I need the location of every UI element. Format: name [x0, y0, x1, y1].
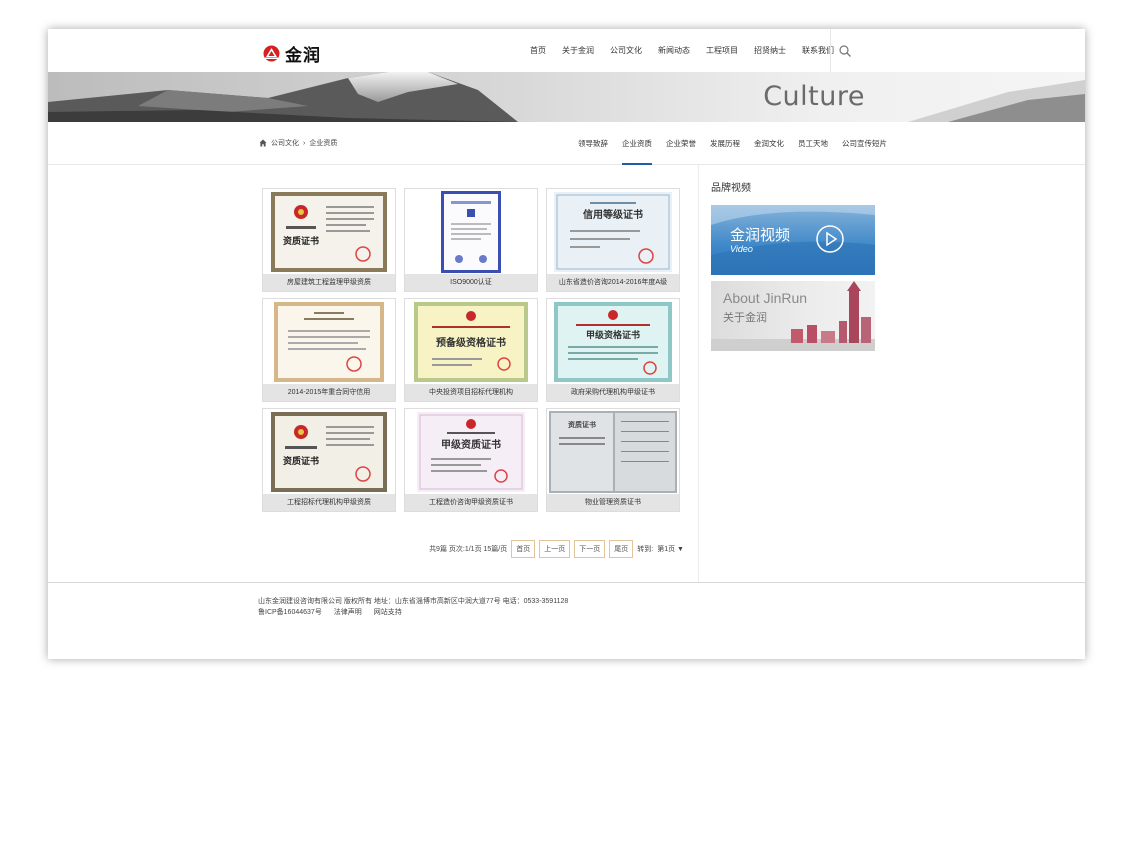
- pagination-summary: 共9篇 页次:1/1页 15篇/页: [429, 546, 508, 553]
- certificate-doc-title: 资质证书: [283, 455, 319, 467]
- certificate-list: 资质证书 房屋建筑工程监理甲级资质 ISO9000认证 信用等级证书 山东省造价…: [262, 188, 684, 558]
- footer-support-link[interactable]: 网站支持: [374, 609, 402, 616]
- certificate-card[interactable]: 2014-2015年重合同守信用: [262, 298, 396, 402]
- breadcrumb: 公司文化 › 企业资质: [259, 138, 337, 148]
- mountain-image: [48, 72, 1085, 122]
- about-card-subtitle: 关于金润: [723, 312, 767, 324]
- certificate-caption: 工程造价咨询甲级资质证书: [405, 494, 537, 511]
- play-circle-icon[interactable]: [815, 224, 845, 254]
- certificate-caption: 政府采购代理机构甲级证书: [547, 384, 679, 401]
- certificate-doc-title: 甲级资质证书: [441, 438, 501, 451]
- certificate-card[interactable]: 甲级资质证书 工程造价咨询甲级资质证书: [404, 408, 538, 512]
- nav-item-projects[interactable]: 工程项目: [698, 45, 746, 56]
- nav-item-culture[interactable]: 公司文化: [602, 45, 650, 56]
- footer-icp-link[interactable]: 鲁ICP备16044637号: [258, 609, 322, 616]
- certificate-image: 预备级资格证书: [405, 299, 537, 384]
- nav-item-home[interactable]: 首页: [522, 45, 554, 56]
- certificate-doc-title: 资质证书: [568, 420, 596, 429]
- breadcrumb-item-qualification[interactable]: 企业资质: [309, 138, 337, 148]
- sidebar: 品牌视频 金润视频 Video About JinRun 关于金润: [711, 179, 875, 357]
- home-icon[interactable]: [259, 139, 267, 147]
- nav-divider: [830, 29, 831, 72]
- video-card[interactable]: 金润视频 Video: [711, 205, 875, 275]
- nav-item-contact[interactable]: 联系我们: [794, 45, 842, 56]
- sidebar-title: 品牌视频: [711, 183, 751, 194]
- certificate-image: [263, 299, 395, 384]
- certificate-card[interactable]: 甲级资格证书 政府采购代理机构甲级证书: [546, 298, 680, 402]
- certificate-image: 资质证书: [547, 409, 679, 494]
- subnav-tabs: 领导致辞 企业资质 企业荣誉 发展历程 金润文化 员工天地 公司宣传短片: [571, 122, 894, 165]
- certificate-caption: ISO9000认证: [405, 274, 537, 291]
- tab-jinrun-culture[interactable]: 金润文化: [747, 122, 791, 165]
- tab-staff[interactable]: 员工天地: [791, 122, 835, 165]
- video-card-subtitle: Video: [730, 244, 753, 254]
- browser-page: 金润 首页 关于金润 公司文化 新闻动态 工程项目 招贤纳士 联系我们 Cult…: [48, 29, 1085, 659]
- site-logo[interactable]: 金润: [262, 41, 321, 66]
- certificate-doc-title: 信用等级证书: [583, 208, 643, 221]
- pagination: 共9篇 页次:1/1页 15篇/页 首页 上一页 下一页 尾页 转到: 第1页 …: [262, 540, 684, 558]
- prev-page-button[interactable]: 上一页: [539, 540, 571, 558]
- certificate-caption: 山东省造价咨询2014-2016年度A级: [547, 274, 679, 291]
- sub-navigation: 公司文化 › 企业资质 领导致辞 企业资质 企业荣誉 发展历程 金润文化 员工天…: [48, 122, 1085, 165]
- logo-text: 金润: [285, 46, 321, 66]
- culture-banner: Culture: [48, 72, 1085, 122]
- certificate-caption: 物业管理资质证书: [547, 494, 679, 511]
- tab-honors[interactable]: 企业荣誉: [659, 122, 703, 165]
- certificate-card[interactable]: 资质证书 房屋建筑工程监理甲级资质: [262, 188, 396, 292]
- certificate-image: 甲级资质证书: [405, 409, 537, 494]
- tab-qualification[interactable]: 企业资质: [615, 122, 659, 165]
- first-page-button[interactable]: 首页: [511, 540, 536, 558]
- certificate-caption: 工程招标代理机构甲级资质: [263, 494, 395, 511]
- certificate-doc-title: 预备级资格证书: [436, 336, 506, 349]
- certificate-caption: 2014-2015年重合同守信用: [263, 384, 395, 401]
- certificate-doc-title: 资质证书: [283, 235, 319, 247]
- tab-history[interactable]: 发展历程: [703, 122, 747, 165]
- goto-label: 转到:: [637, 546, 654, 553]
- certificate-card[interactable]: 资质证书 物业管理资质证书: [546, 408, 680, 512]
- about-card-title: About JinRun: [723, 290, 808, 306]
- about-card[interactable]: About JinRun 关于金润: [711, 281, 875, 351]
- footer-legal-link[interactable]: 法律声明: [334, 609, 362, 616]
- video-card-title: 金润视频: [730, 227, 791, 244]
- certificate-card[interactable]: ISO9000认证: [404, 188, 538, 292]
- certificate-image: [405, 189, 537, 274]
- certificate-caption: 中央投资项目招标代理机构: [405, 384, 537, 401]
- breadcrumb-item-culture[interactable]: 公司文化: [271, 138, 299, 148]
- last-page-button[interactable]: 尾页: [609, 540, 634, 558]
- certificate-card[interactable]: 资质证书 工程招标代理机构甲级资质: [262, 408, 396, 512]
- main-nav: 首页 关于金润 公司文化 新闻动态 工程项目 招贤纳士 联系我们: [522, 29, 842, 72]
- site-footer: 山东金润建设咨询有限公司 版权所有 地址：山东省淄博市高新区中润大道77号 电话…: [48, 582, 1085, 659]
- footer-copyright: 山东金润建设咨询有限公司 版权所有 地址：山东省淄博市高新区中润大道77号 电话…: [258, 598, 569, 605]
- nav-item-about[interactable]: 关于金润: [554, 45, 602, 56]
- certificate-doc-title: 甲级资格证书: [586, 329, 640, 341]
- jinrun-logo-icon: [263, 45, 280, 62]
- certificate-image: 甲级资格证书: [547, 299, 679, 384]
- search-icon[interactable]: [838, 44, 852, 58]
- footer-links: 鲁ICP备16044637号 法律声明 网站支持: [258, 607, 412, 617]
- tab-leader-speech[interactable]: 领导致辞: [571, 122, 615, 165]
- breadcrumb-separator: ›: [303, 139, 306, 147]
- certificate-image: 资质证书: [263, 189, 395, 274]
- nav-item-news[interactable]: 新闻动态: [650, 45, 698, 56]
- goto-page-select[interactable]: 第1页 ▼: [657, 544, 684, 554]
- certificate-card[interactable]: 信用等级证书 山东省造价咨询2014-2016年度A级: [546, 188, 680, 292]
- site-header: 金润 首页 关于金润 公司文化 新闻动态 工程项目 招贤纳士 联系我们: [48, 29, 1085, 72]
- certificate-card[interactable]: 预备级资格证书 中央投资项目招标代理机构: [404, 298, 538, 402]
- sidebar-divider: [698, 165, 699, 583]
- tab-promo-video[interactable]: 公司宣传短片: [835, 122, 894, 165]
- banner-title: Culture: [763, 81, 865, 112]
- certificate-image: 资质证书: [263, 409, 395, 494]
- certificate-image: 信用等级证书: [547, 189, 679, 274]
- certificate-caption: 房屋建筑工程监理甲级资质: [263, 274, 395, 291]
- next-page-button[interactable]: 下一页: [574, 540, 606, 558]
- nav-item-careers[interactable]: 招贤纳士: [746, 45, 794, 56]
